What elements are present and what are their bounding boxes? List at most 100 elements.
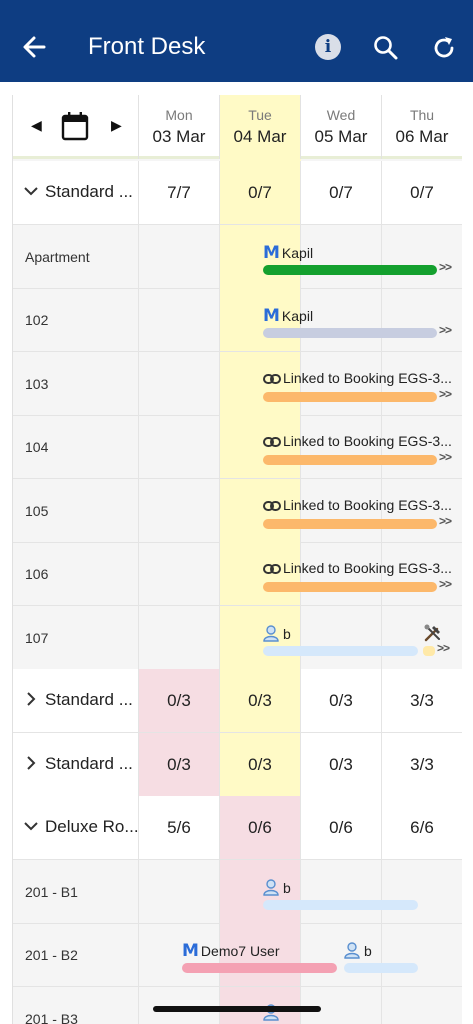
category-label[interactable]: Standard ...: [13, 161, 139, 224]
availability-cell: 0/7: [220, 161, 301, 224]
room-row: 102: [13, 288, 462, 352]
booking-bar[interactable]: [263, 328, 437, 338]
room-label: 106: [13, 542, 139, 605]
category-row[interactable]: Standard ... 0/3 0/3 0/3 3/3: [13, 733, 462, 797]
next-arrow-icon[interactable]: ▶: [111, 117, 122, 134]
maintenance-tools-icon[interactable]: [423, 623, 443, 643]
user-icon: [344, 942, 360, 959]
availability-cell: 0/7: [301, 161, 382, 224]
booking-guest: Kapil: [281, 245, 314, 261]
booking-guest: Linked to Booking EGS-3...: [283, 497, 452, 513]
availability-cell: 3/3: [382, 669, 462, 732]
date-navigator: ◀ ▶: [13, 95, 139, 159]
room-label: 107: [13, 606, 139, 669]
continues-marker: >>: [439, 260, 452, 274]
room-label: 104: [13, 415, 139, 478]
booking-bar[interactable]: [263, 265, 437, 275]
availability-cell: 0/6: [220, 796, 301, 859]
chevron-down-icon[interactable]: [23, 818, 39, 834]
room-label: 105: [13, 479, 139, 542]
chevron-down-icon[interactable]: [23, 183, 39, 199]
booking-board: ◀ ▶ Mon 03 Mar Tue 04 Mar Wed 05 Mar Thu…: [12, 95, 462, 1024]
day-date: 03 Mar: [152, 127, 206, 146]
day-of-week: Mon: [165, 107, 193, 123]
continues-marker: >>: [437, 641, 450, 655]
home-indicator[interactable]: [153, 1006, 321, 1012]
booking-bar[interactable]: [182, 963, 337, 973]
room-label: 201 - B3: [13, 987, 139, 1024]
refresh-icon[interactable]: [430, 34, 458, 62]
booking-guest: b: [283, 880, 291, 896]
booking-guest: Linked to Booking EGS-3...: [283, 560, 452, 576]
availability-cell: 0/7: [382, 161, 462, 224]
category-label[interactable]: Standard ...: [13, 669, 139, 732]
category-row[interactable]: Deluxe Ro... 5/6 0/6 0/6 6/6: [13, 796, 462, 860]
room-label: Apartment: [13, 225, 139, 288]
category-name: Deluxe Ro...: [45, 817, 139, 836]
booking-bar[interactable]: [263, 455, 437, 465]
category-label[interactable]: Deluxe Ro...: [13, 796, 139, 859]
booking-bar[interactable]: [263, 900, 418, 910]
availability-cell: 7/7: [139, 161, 220, 224]
continues-marker: >>: [439, 577, 452, 591]
day-of-week: Thu: [409, 107, 435, 123]
category-name: Standard ...: [45, 182, 133, 201]
m-logo-icon: M: [263, 306, 280, 326]
booking-guest: Linked to Booking EGS-3...: [283, 370, 452, 386]
room-row: 201 - B1: [13, 860, 462, 924]
page-title: Front Desk: [88, 33, 206, 60]
day-column-tue: Tue 04 Mar: [220, 95, 301, 159]
search-icon[interactable]: [372, 34, 400, 62]
app-header: Front Desk i: [0, 0, 473, 82]
date-header: ◀ ▶ Mon 03 Mar Tue 04 Mar Wed 05 Mar Thu…: [13, 95, 462, 159]
m-logo-icon: M: [263, 243, 280, 263]
link-icon: [263, 374, 281, 384]
user-icon: [263, 879, 279, 896]
availability-cell: 5/6: [139, 796, 220, 859]
category-label[interactable]: Standard ...: [13, 733, 139, 796]
booking-bar[interactable]: [263, 392, 437, 402]
booking-bar[interactable]: [263, 582, 437, 592]
continues-marker: >>: [439, 387, 452, 401]
availability-cell: 0/3: [220, 669, 301, 732]
info-icon[interactable]: i: [315, 34, 341, 60]
booking-guest: b: [364, 943, 372, 959]
availability-cell: 0/6: [301, 796, 382, 859]
chevron-right-icon[interactable]: [23, 755, 39, 771]
m-logo-icon: M: [182, 941, 199, 961]
day-column-mon: Mon 03 Mar: [139, 95, 220, 159]
back-arrow-icon[interactable]: [20, 32, 50, 62]
link-icon: [263, 437, 281, 447]
booking-bar[interactable]: [263, 519, 437, 529]
continues-marker: >>: [439, 450, 452, 464]
calendar-icon[interactable]: [61, 111, 89, 141]
room-label: 201 - B1: [13, 860, 139, 923]
day-date: 05 Mar: [314, 127, 368, 146]
booking-guest: Kapil: [281, 308, 314, 324]
booking-guest: Linked to Booking EGS-3...: [283, 433, 452, 449]
booking-bar[interactable]: [263, 646, 418, 656]
availability-cell: 0/3: [220, 733, 301, 796]
availability-cell: 0/3: [301, 733, 382, 796]
day-date: 06 Mar: [395, 127, 449, 146]
availability-cell: 0/3: [139, 733, 220, 796]
booking-bar[interactable]: [344, 963, 418, 973]
day-column-thu: Thu 06 Mar: [382, 95, 462, 159]
category-row[interactable]: Standard ... 0/3 0/3 0/3 3/3: [13, 669, 462, 733]
category-name: Standard ...: [45, 690, 133, 709]
room-label: 102: [13, 288, 139, 351]
booking-guest: b: [283, 626, 291, 642]
link-icon: [263, 564, 281, 574]
maintenance-bar[interactable]: [423, 646, 435, 656]
category-name: Standard ...: [45, 754, 133, 773]
day-of-week: Tue: [248, 107, 272, 123]
room-label: 103: [13, 352, 139, 415]
chevron-right-icon[interactable]: [23, 691, 39, 707]
prev-arrow-icon[interactable]: ◀: [31, 117, 42, 134]
booking-guest: Demo7 User: [200, 943, 280, 959]
category-row[interactable]: Standard ... 7/7 0/7 0/7 0/7: [13, 161, 462, 225]
room-row: 107: [13, 606, 462, 670]
availability-cell: 0/3: [139, 669, 220, 732]
availability-cell: 6/6: [382, 796, 462, 859]
availability-cell: 0/3: [301, 669, 382, 732]
